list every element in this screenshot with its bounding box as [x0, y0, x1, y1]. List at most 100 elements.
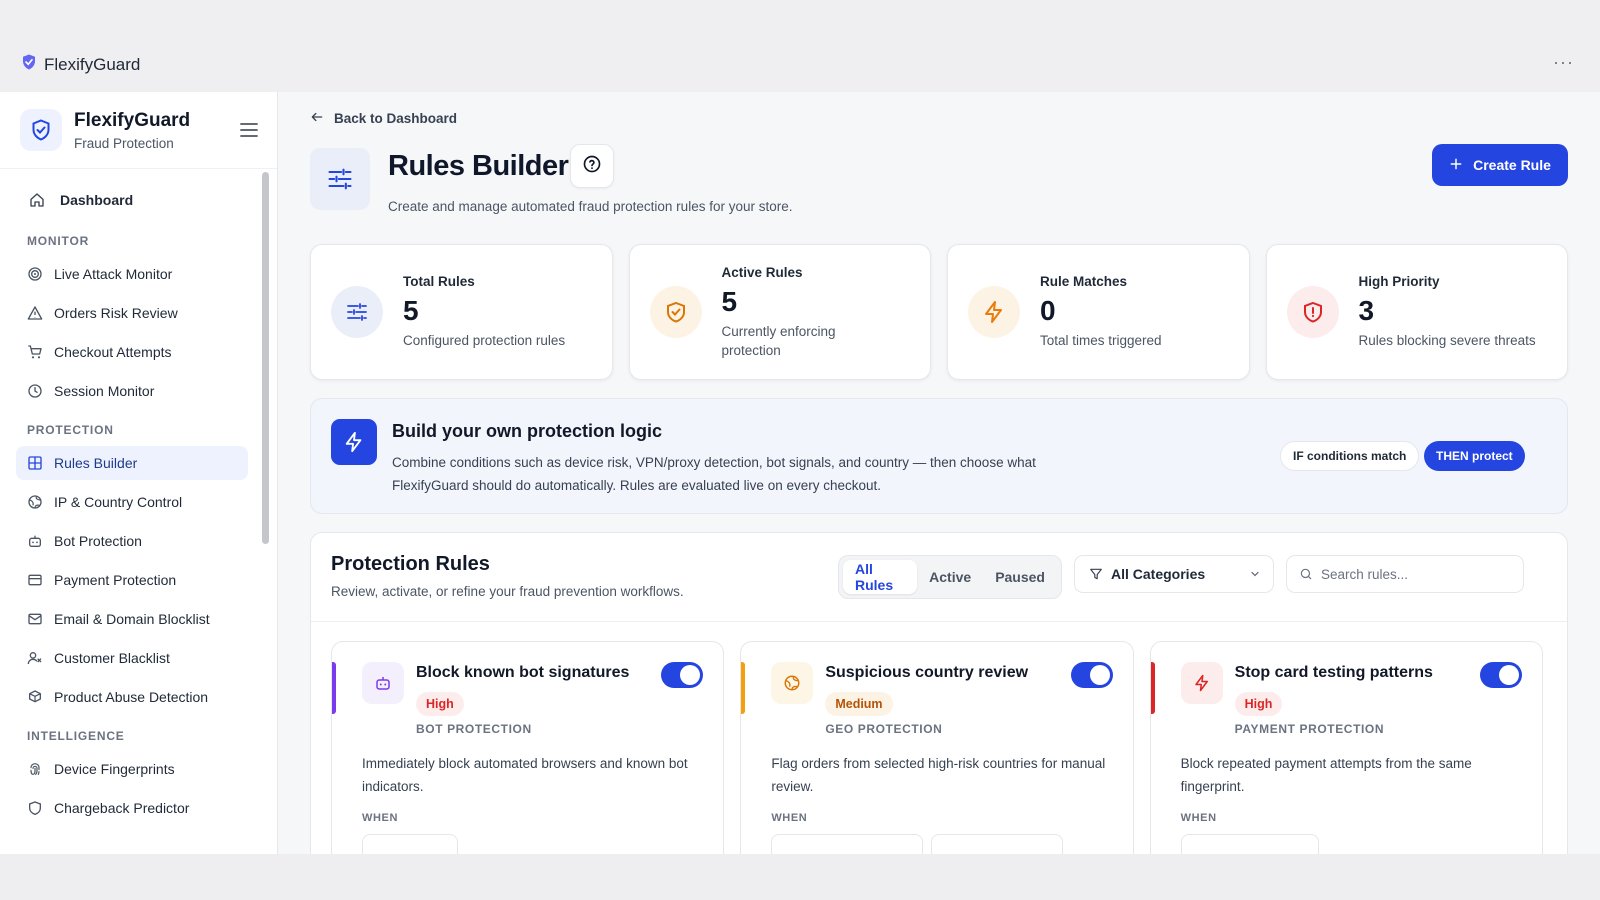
sidebar-section-protection: PROTECTION [27, 423, 114, 437]
stat-label: Rule Matches [1040, 274, 1128, 289]
shield-check-icon [649, 286, 702, 338]
priority-badge: High [416, 692, 464, 716]
page-subtitle: Create and manage automated fraud protec… [388, 199, 793, 214]
create-rule-label: Create Rule [1473, 157, 1551, 173]
home-icon [28, 191, 46, 209]
clock-icon [26, 382, 44, 400]
sidebar-item-customer-blacklist[interactable]: Customer Blacklist [16, 641, 248, 675]
rule-category: GEO PROTECTION [825, 722, 943, 736]
rule-card-card-testing[interactable]: Stop card testing patterns High PAYMENT … [1149, 641, 1543, 854]
search-box [1286, 555, 1524, 593]
category-select-value: All Categories [1111, 566, 1206, 582]
divider [311, 621, 1567, 622]
fingerprint-icon [26, 760, 44, 778]
create-rule-button[interactable]: Create Rule [1432, 144, 1568, 186]
sidebar-brand-title: FlexifyGuard [74, 109, 191, 131]
status-filter-tabs: All Rules Active Paused [838, 555, 1062, 599]
rule-description: Block repeated payment attempts from the… [1180, 756, 1472, 794]
rule-title: Stop card testing patterns [1234, 664, 1433, 681]
condition-chip [771, 834, 924, 854]
stats-row: Total Rules 5 Configured protection rule… [310, 244, 1568, 380]
main-content: Back to Dashboard Rules Builder Create a… [278, 92, 1600, 854]
more-options-icon[interactable]: ··· [1553, 52, 1574, 73]
sidebar-item-label: Product Abuse Detection [54, 689, 209, 705]
rule-when-label: WHEN [771, 812, 808, 824]
stat-description: Total times triggered [1040, 333, 1162, 348]
stat-value: 5 [403, 295, 419, 326]
sidebar-item-device-fingerprints[interactable]: Device Fingerprints [16, 752, 248, 786]
stat-label: Active Rules [721, 264, 803, 280]
sidebar-item-orders-risk-review[interactable]: Orders Risk Review [16, 296, 248, 330]
back-to-dashboard-link[interactable]: Back to Dashboard [310, 110, 457, 127]
lightning-icon [1180, 662, 1223, 704]
stat-description: Rules blocking severe threats [1358, 333, 1536, 348]
sidebar-item-email-domain-blocklist[interactable]: Email & Domain Blocklist [16, 602, 248, 636]
sidebar-item-label: Chargeback Predictor [54, 800, 190, 816]
sidebar-item-session-monitor[interactable]: Session Monitor [16, 374, 248, 408]
sidebar-item-bot-protection[interactable]: Bot Protection [16, 524, 248, 558]
sidebar-item-ip-country-control[interactable]: IP & Country Control [16, 485, 248, 519]
filter-icon [1089, 567, 1103, 581]
rule-enabled-toggle[interactable] [661, 662, 704, 688]
sidebar-item-dashboard[interactable]: Dashboard [16, 183, 248, 217]
stat-card-total-rules: Total Rules 5 Configured protection rule… [310, 244, 613, 380]
shield-logo-icon [20, 109, 62, 151]
stat-card-active-rules: Active Rules 5 Currently enforcing prote… [628, 244, 931, 380]
rule-card-bot-signatures[interactable]: Block known bot signatures High BOT PROT… [331, 641, 725, 854]
filter-all-rules[interactable]: All Rules [843, 560, 918, 594]
then-protect-pill: THEN protect [1424, 441, 1525, 471]
stat-description: Configured protection rules [403, 333, 566, 348]
sidebar-item-payment-protection[interactable]: Payment Protection [16, 563, 248, 597]
logic-banner: Build your own protection logic Combine … [310, 398, 1568, 514]
sidebar: FlexifyGuard Fraud Protection Dashboard … [0, 92, 278, 854]
help-button[interactable] [570, 144, 614, 188]
condition-chip [1180, 834, 1319, 854]
category-select[interactable]: All Categories [1074, 555, 1274, 593]
sidebar-brand-subtitle: Fraud Protection [74, 135, 174, 151]
sidebar-item-label: Rules Builder [54, 455, 138, 471]
stat-value: 0 [1040, 295, 1056, 326]
titlebar-app-name: FlexifyGuard [44, 54, 141, 74]
logic-description: Combine conditions such as device risk, … [392, 455, 1036, 493]
priority-accent-bar [1150, 662, 1155, 714]
rule-category: PAYMENT PROTECTION [1234, 722, 1385, 736]
bot-icon [26, 532, 44, 550]
sidebar-scrollbar[interactable] [262, 172, 269, 544]
radar-icon [26, 265, 44, 283]
rules-subtitle: Review, activate, or refine your fraud p… [331, 584, 684, 599]
logic-title: Build your own protection logic [392, 421, 662, 441]
window-titlebar: FlexifyGuard ··· [0, 0, 1600, 92]
stat-label: High Priority [1358, 274, 1440, 289]
search-input[interactable] [1321, 566, 1511, 582]
priority-accent-bar [741, 662, 746, 714]
rule-enabled-toggle[interactable] [1070, 662, 1113, 688]
page-title: Rules Builder [388, 150, 569, 182]
rule-card-suspicious-country[interactable]: Suspicious country review Medium GEO PRO… [740, 641, 1134, 854]
sidebar-item-label: Email & Domain Blocklist [54, 611, 210, 627]
protection-rules-panel: Protection Rules Review, activate, or re… [310, 532, 1568, 854]
if-conditions-pill: IF conditions match [1280, 441, 1420, 471]
chevron-down-icon [1249, 567, 1261, 583]
filter-active[interactable]: Active [917, 560, 983, 594]
sidebar-item-live-attack-monitor[interactable]: Live Attack Monitor [16, 257, 248, 291]
stat-card-rule-matches: Rule Matches 0 Total times triggered [947, 244, 1250, 380]
stat-description: Currently enforcing protection [721, 323, 836, 358]
sidebar-item-product-abuse-detection[interactable]: Product Abuse Detection [16, 680, 248, 714]
user-block-icon [26, 649, 44, 667]
sidebar-item-checkout-attempts[interactable]: Checkout Attempts [16, 335, 248, 369]
filter-paused[interactable]: Paused [983, 560, 1057, 594]
globe-icon [771, 662, 814, 704]
sidebar-section-intelligence: INTELLIGENCE [27, 729, 125, 743]
hamburger-menu-icon[interactable] [240, 122, 258, 143]
package-search-icon [26, 688, 44, 706]
sidebar-item-label: Bot Protection [54, 533, 142, 549]
sidebar-item-label: Checkout Attempts [54, 344, 172, 360]
rule-enabled-toggle[interactable] [1479, 662, 1522, 688]
sidebar-item-rules-builder[interactable]: Rules Builder [16, 446, 248, 480]
credit-card-icon [26, 571, 44, 589]
stat-label: Total Rules [403, 274, 475, 289]
sidebar-item-chargeback-predictor[interactable]: Chargeback Predictor [16, 791, 248, 825]
help-circle-icon [582, 154, 602, 179]
sidebar-nav: Dashboard MONITOR Live Attack Monitor Or… [0, 169, 277, 825]
sidebar-item-label: Device Fingerprints [54, 761, 175, 777]
